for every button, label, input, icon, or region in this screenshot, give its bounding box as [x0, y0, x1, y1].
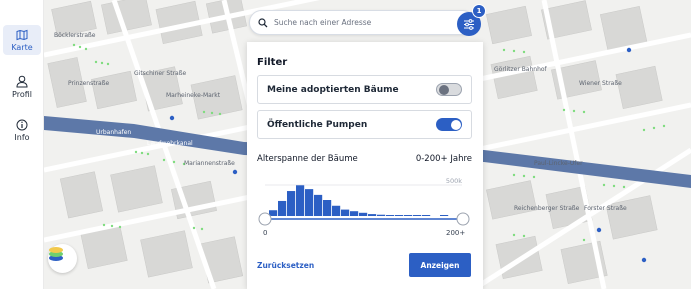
range-handle-max[interactable]	[456, 212, 470, 226]
range-max-tick: 200+	[446, 229, 466, 237]
histogram-bar	[296, 185, 305, 216]
search-input[interactable]: Suche nach einer Adresse	[274, 18, 371, 27]
histogram-bar	[377, 214, 386, 216]
histogram-bar	[440, 215, 449, 216]
map-label: Forster Straße	[584, 205, 627, 212]
histogram-bar	[314, 194, 323, 216]
sidebar: Karte Profil Info	[0, 0, 44, 289]
filter-count-badge: 1	[472, 4, 486, 18]
range-min-tick: 0	[263, 229, 268, 237]
filter-title: Filter	[257, 57, 288, 68]
map-label: Prinzenstraße	[68, 80, 110, 87]
histogram-bar	[359, 212, 368, 216]
map-label: Gitschiner Straße	[134, 70, 187, 77]
map-label: Böcklerstraße	[54, 32, 96, 39]
layers-icon	[49, 247, 63, 261]
sidebar-item-info[interactable]: Info	[3, 115, 41, 145]
map-icon	[16, 29, 28, 41]
map-label: Paul-Lincke-Ufer	[534, 160, 583, 167]
histogram-bar	[287, 191, 296, 216]
reset-link[interactable]: Zurücksetzen	[257, 261, 314, 270]
sidebar-item-profil[interactable]: Profil	[3, 71, 41, 102]
map-label: Urbanhafen	[96, 129, 132, 136]
sliders-icon	[464, 18, 474, 30]
sidebar-item-label: Karte	[11, 43, 33, 52]
histogram-bar	[386, 215, 395, 216]
info-icon	[16, 119, 28, 131]
map-label: Landwehrkanal	[147, 140, 193, 147]
map-label: Görlitzer Bahnhof	[494, 66, 547, 73]
toggle-label: Öffentliche Pumpen	[267, 119, 368, 130]
search-bar[interactable]: Suche nach einer Adresse	[249, 10, 475, 35]
histogram-bars	[269, 185, 449, 216]
histogram-bar	[404, 215, 413, 216]
toggle-public-pumps[interactable]: Öffentliche Pumpen	[257, 110, 472, 139]
age-histogram[interactable]: 500k	[257, 170, 472, 226]
map-label: Mariannenstraße	[184, 160, 235, 167]
toggle-label: Meine adoptierten Bäume	[267, 84, 399, 95]
search-icon	[258, 17, 268, 27]
user-icon	[16, 75, 28, 88]
histogram-bar	[269, 210, 278, 216]
toggle-adopted-trees[interactable]: Meine adoptierten Bäume	[257, 75, 472, 104]
adopted-trees-switch[interactable]	[436, 83, 462, 96]
histogram-bar	[395, 215, 404, 216]
public-pumps-switch[interactable]	[436, 118, 462, 131]
histogram-bar	[368, 214, 377, 216]
histogram-bar	[350, 211, 359, 216]
sidebar-item-label: Profil	[12, 90, 32, 99]
histogram-bar	[413, 215, 422, 216]
histogram-max-label: 500k	[446, 177, 462, 185]
sidebar-item-karte[interactable]: Karte	[3, 25, 41, 55]
sidebar-item-label: Info	[14, 133, 30, 142]
apply-button[interactable]: Anzeigen	[409, 253, 471, 277]
histogram-bar	[323, 200, 332, 216]
range-handle-min[interactable]	[258, 212, 272, 226]
map-label: Reichenberger Straße	[514, 205, 580, 212]
age-range-value: 0-200+ Jahre	[415, 154, 472, 164]
age-range-label: Alterspanne der Bäume	[257, 154, 358, 164]
map-label: Marheineke-Markt	[166, 92, 221, 99]
histogram-bar	[278, 200, 287, 216]
layer-switch-button[interactable]	[48, 244, 77, 273]
histogram-bar	[305, 189, 314, 216]
histogram-bar	[341, 209, 350, 216]
histogram-bar	[422, 215, 431, 216]
histogram-bar	[332, 205, 341, 216]
map-label: Wiener Straße	[579, 80, 622, 87]
filter-panel: Filter Meine adoptierten Bäume Öffentlic…	[247, 42, 483, 289]
